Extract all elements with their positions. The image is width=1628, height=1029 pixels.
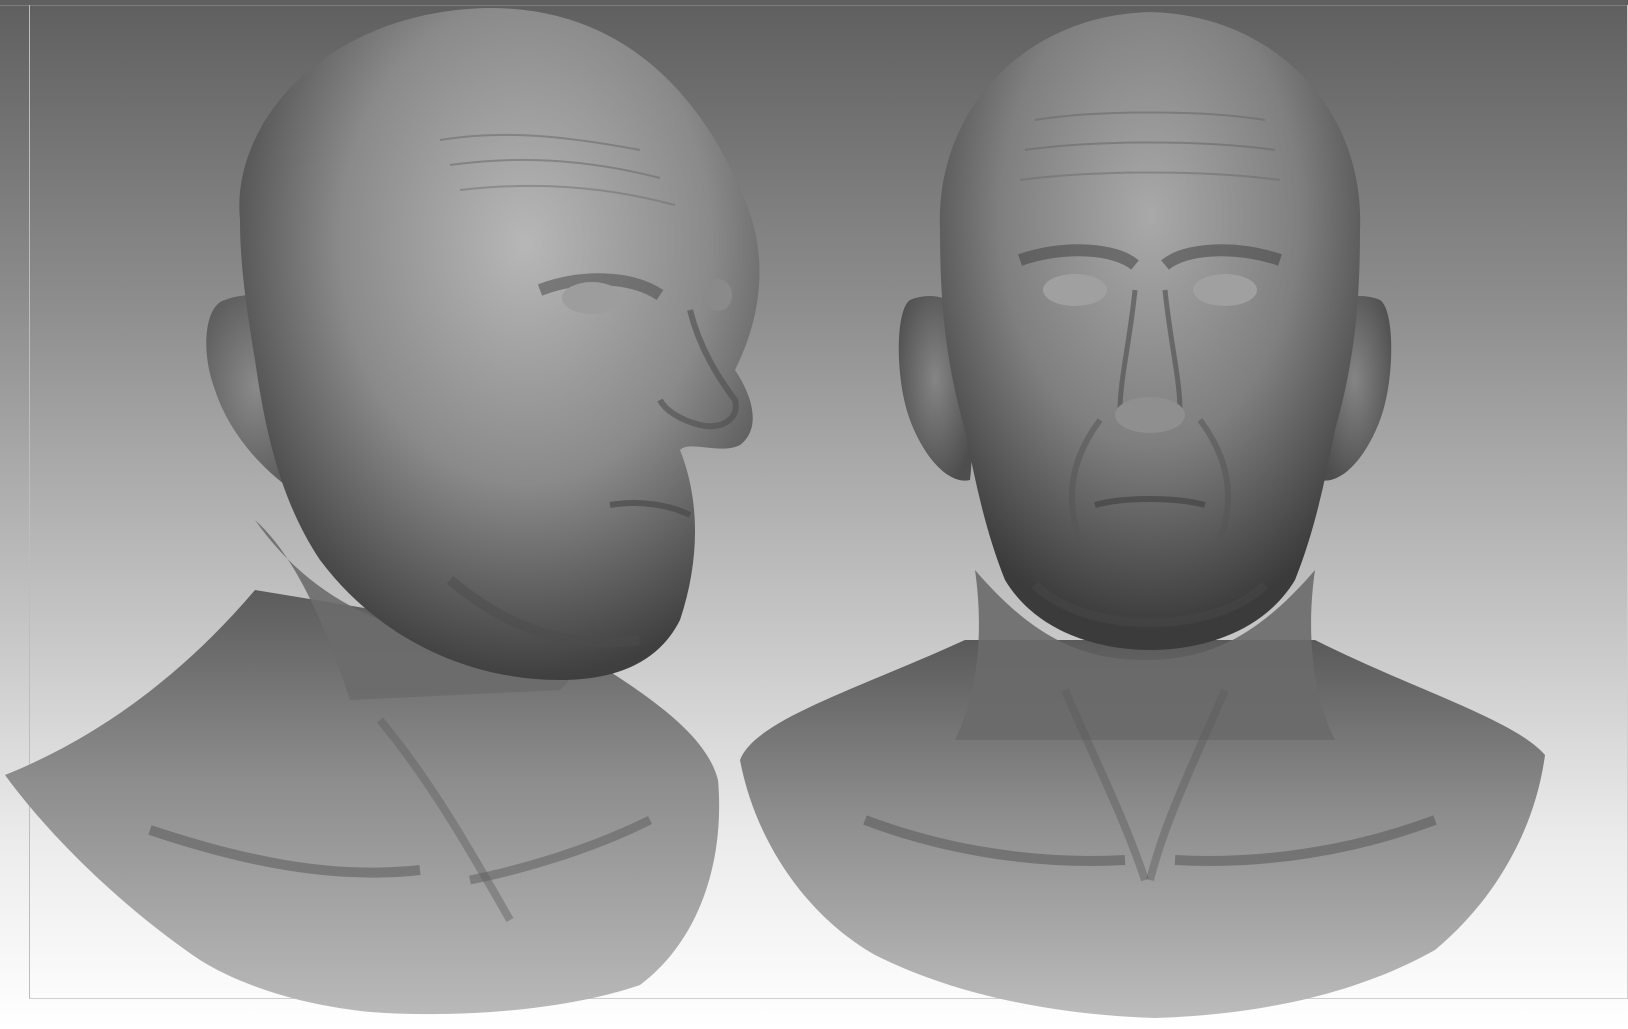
three-quarter-view-bust[interactable] (0, 0, 760, 1029)
left-bust-head (239, 8, 760, 680)
front-view-bust[interactable] (735, 0, 1555, 1029)
sculpt-viewport[interactable] (0, 0, 1628, 1029)
right-bust-head (939, 12, 1361, 650)
